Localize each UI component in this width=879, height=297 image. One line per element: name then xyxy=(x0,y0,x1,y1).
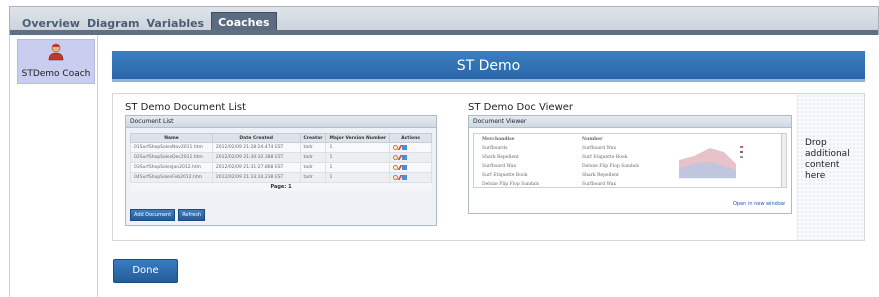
doc-list-title: ST Demo Document List xyxy=(125,102,246,113)
table-row[interactable]: 01SurfShopSalesNov2011.htm 2012/02/09 21… xyxy=(130,142,432,153)
page-title: ST Demo xyxy=(456,58,521,74)
cell-date: 2012/02/09 21:28:24.474 EST xyxy=(211,142,301,153)
document-list-header: Document List xyxy=(126,116,436,128)
document-preview[interactable]: Merchandise Surfboards Shark Repellent S… xyxy=(473,133,787,188)
document-viewer-panel: Document Viewer Merchandise Surfboards S… xyxy=(468,115,792,214)
column-header[interactable]: Major Version Number xyxy=(325,133,391,143)
drop-zone-text: Drop additional content here xyxy=(805,138,850,181)
preview-text: Number xyxy=(582,137,603,142)
pager: Page: 1 xyxy=(130,183,432,191)
document-viewer-header: Document Viewer xyxy=(469,116,791,128)
preview-text: Surfboard Wax xyxy=(482,164,516,169)
open-in-new-window-link[interactable]: Open in new window xyxy=(733,201,785,207)
preview-text: Merchandise xyxy=(482,137,515,142)
preview-text: Deluxe Flip Flop Sandals xyxy=(582,164,640,169)
table-row[interactable]: 02SurfShopSalesDec2011.htm 2012/02/09 21… xyxy=(130,152,432,163)
cell-actions xyxy=(389,162,432,173)
cell-version: 1 xyxy=(325,142,391,153)
table-row[interactable]: 04SurfShopSalesFeb2012.htm 2012/02/09 21… xyxy=(130,172,432,183)
preview-text: Surfboard Wax xyxy=(582,182,616,187)
preview-scrollbar[interactable] xyxy=(781,134,786,187)
refresh-button[interactable]: Refresh xyxy=(178,209,206,221)
cell-date: 2012/02/09 21:33:24.238 EST xyxy=(211,172,301,183)
document-list-panel: Document List Name Date Created Creator … xyxy=(125,115,437,226)
cell-name: 04SurfShopSalesFeb2012.htm xyxy=(130,172,213,183)
cell-actions xyxy=(389,152,432,163)
cell-version: 1 xyxy=(325,162,391,173)
preview-text: Surf Etiquette Book xyxy=(582,155,628,160)
doc-list-buttons: Add Document Refresh xyxy=(130,209,206,221)
column-header[interactable]: Name xyxy=(130,133,213,143)
document-icon[interactable] xyxy=(402,164,408,170)
preview-text: Surf Etiquette Book xyxy=(482,173,528,178)
cell-version: 1 xyxy=(325,152,391,163)
cell-creator: tadr xyxy=(299,152,327,163)
document-icon[interactable] xyxy=(402,144,408,150)
preview-text: Shark Repellent xyxy=(482,155,519,160)
column-header[interactable]: Date Created xyxy=(211,133,301,143)
cell-date: 2012/02/09 21:30:32.388 EST xyxy=(211,152,301,163)
cell-creator: tadr xyxy=(299,162,327,173)
tab-overview[interactable]: Overview xyxy=(22,17,80,30)
coach-sidebar: STDemo Coach xyxy=(9,35,98,297)
tab-diagram[interactable]: Diagram xyxy=(87,17,140,30)
preview-text: Shark Repellent xyxy=(582,173,619,178)
sidebar-item-label: STDemo Coach xyxy=(21,69,91,79)
cell-actions xyxy=(389,172,432,183)
page-title-bar: ST Demo xyxy=(112,51,865,82)
cell-name: 03SurfShopSalesJan2012.htm xyxy=(130,162,213,173)
sidebar-item-stdemo-coach[interactable]: STDemo Coach xyxy=(17,39,95,84)
document-table: Name Date Created Creator Major Version … xyxy=(130,133,432,183)
doc-viewer-title: ST Demo Doc Viewer xyxy=(468,102,574,113)
preview-text: Surfboard Wax xyxy=(582,146,616,151)
content-panel: ST Demo Document List Document List Name… xyxy=(112,93,865,241)
preview-chart-image xyxy=(679,146,743,179)
document-icon[interactable] xyxy=(402,154,408,160)
cell-name: 02SurfShopSalesDec2011.htm xyxy=(130,152,213,163)
top-tab-bar: Overview Diagram Variables Coaches xyxy=(9,6,879,35)
tab-variables[interactable]: Variables xyxy=(147,17,205,30)
cell-actions xyxy=(389,142,432,153)
preview-text: Deluxe Flip Flop Sandals xyxy=(482,182,540,187)
cell-date: 2012/02/09 21:31:27.868 EST xyxy=(211,162,301,173)
preview-text: Surfboards xyxy=(482,146,508,151)
cell-name: 01SurfShopSalesNov2011.htm xyxy=(130,142,213,153)
cell-creator: tadr xyxy=(299,172,327,183)
cell-version: 1 xyxy=(325,172,391,183)
document-icon[interactable] xyxy=(402,174,408,180)
drop-zone[interactable]: Drop additional content here xyxy=(796,94,864,240)
cell-creator: tadr xyxy=(299,142,327,153)
table-row[interactable]: 03SurfShopSalesJan2012.htm 2012/02/09 21… xyxy=(130,162,432,173)
done-button[interactable]: Done xyxy=(113,259,178,283)
add-document-button[interactable]: Add Document xyxy=(130,209,176,221)
column-header: Actions xyxy=(389,133,432,143)
coach-canvas: ST Demo ST Demo Document List Document L… xyxy=(100,35,870,297)
user-icon xyxy=(48,43,64,61)
column-header[interactable]: Creator xyxy=(299,133,327,143)
